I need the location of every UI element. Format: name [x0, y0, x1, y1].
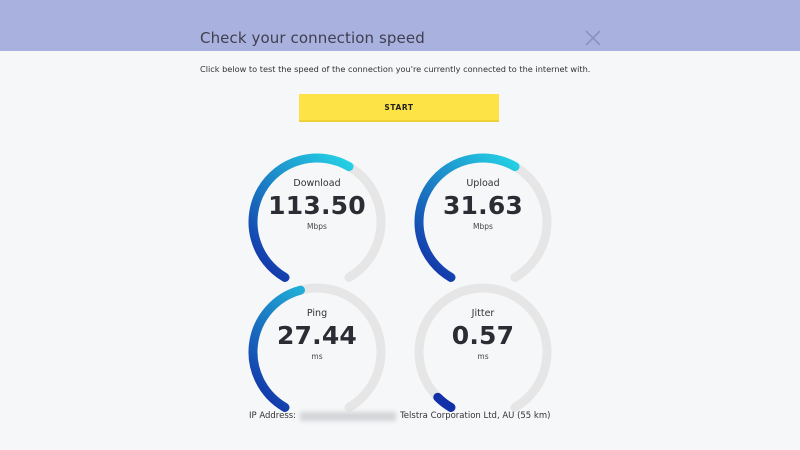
gauge-unit: ms	[311, 352, 323, 361]
gauge-unit: Mbps	[307, 222, 327, 231]
download-gauge: Download 113.50 Mbps	[247, 152, 387, 292]
gauge-label: Jitter	[471, 308, 495, 319]
gauge-value: 113.50	[268, 191, 366, 220]
ping-gauge: Ping 27.44 ms	[247, 282, 387, 422]
gauge-fill	[433, 392, 456, 412]
close-button[interactable]	[584, 29, 602, 47]
ip-address-line: IP Address: Telstra Corporation Ltd, AU …	[249, 411, 550, 421]
jitter-gauge: Jitter 0.57 ms	[413, 282, 553, 422]
dialog-title: Check your connection speed	[200, 29, 425, 47]
gauge-label: Upload	[466, 178, 500, 189]
ip-label: IP Address:	[249, 411, 297, 421]
start-button[interactable]: START	[299, 94, 499, 122]
isp-name: Telstra Corporation Ltd, AU (55 km)	[400, 411, 551, 421]
dialog-subtitle: Click below to test the speed of the con…	[200, 64, 591, 74]
gauge-label: Ping	[306, 308, 328, 319]
ip-address-redacted	[300, 411, 397, 421]
gauge-value: 27.44	[276, 321, 358, 350]
gauge-unit: ms	[477, 352, 489, 361]
gauge-value: 0.57	[451, 321, 515, 350]
gauge-unit: Mbps	[473, 222, 493, 231]
gauge-label: Download	[293, 178, 341, 189]
close-icon	[585, 30, 601, 46]
upload-gauge: Upload 31.63 Mbps	[413, 152, 553, 292]
gauge-value: 31.63	[442, 191, 524, 220]
